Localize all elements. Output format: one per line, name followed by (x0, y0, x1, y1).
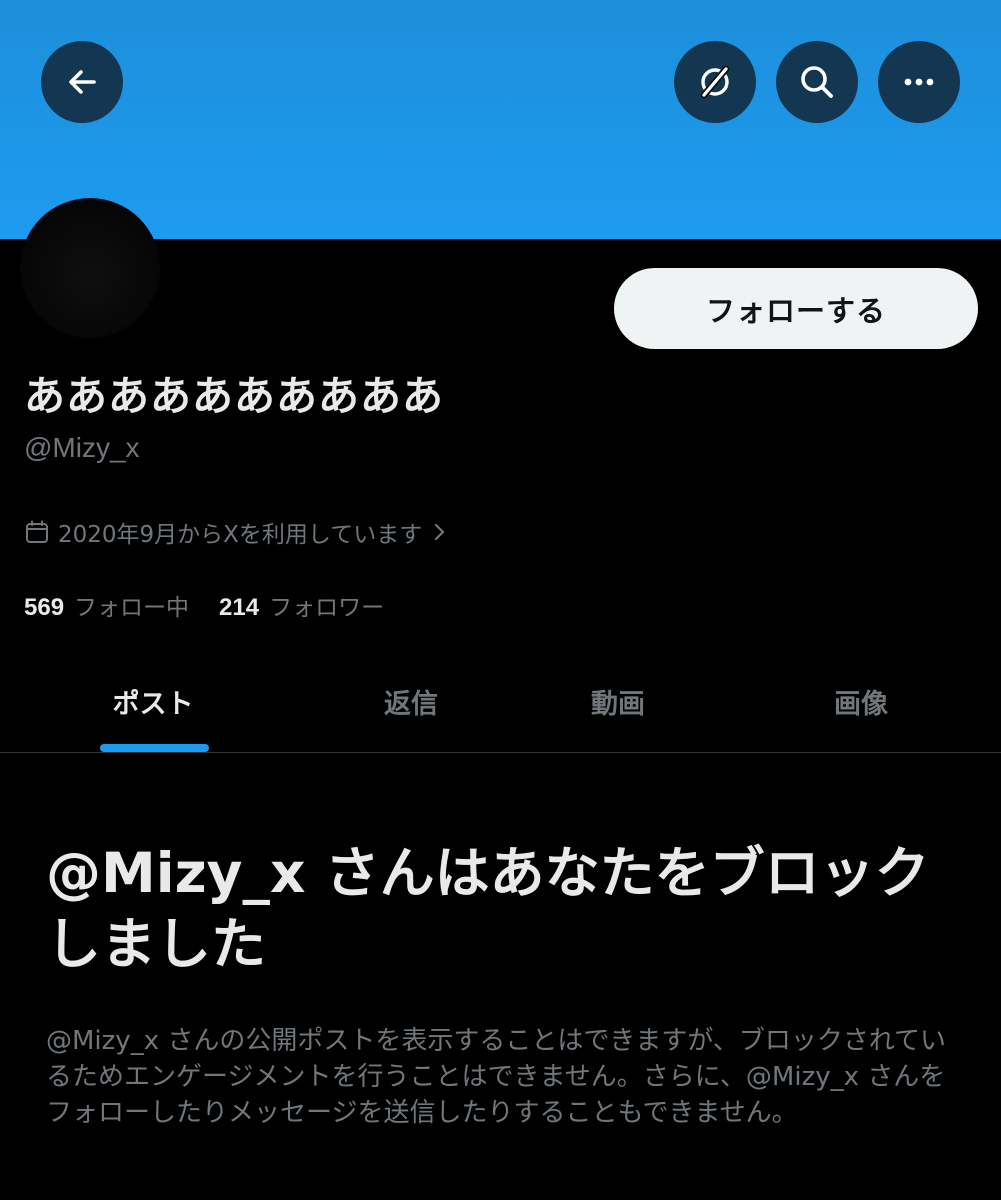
following-stat[interactable]: 569 フォロー中 (24, 588, 189, 622)
back-button[interactable] (41, 41, 123, 123)
active-tab-indicator (100, 744, 209, 752)
no-circle-icon (695, 62, 735, 102)
search-icon (797, 62, 837, 102)
calendar-icon (24, 519, 50, 545)
tab-replies[interactable]: 返信 (311, 650, 511, 752)
more-icon (899, 62, 939, 102)
avatar[interactable] (20, 198, 160, 338)
display-name: ああああああああああ (24, 372, 444, 420)
blocked-title: @Mizy_x さんはあなたをブロックしました (46, 841, 930, 976)
follow-button[interactable]: フォローする (614, 268, 978, 349)
more-button[interactable] (878, 41, 960, 123)
grok-button[interactable] (674, 41, 756, 123)
chevron-right-icon (432, 521, 448, 543)
profile-banner (0, 0, 1001, 239)
handle: @Mizy_x (24, 432, 140, 463)
joined-text: 2020年9月からXを利用しています (58, 522, 423, 548)
tab-posts[interactable]: ポスト (53, 650, 253, 752)
blocked-description: @Mizy_x さんの公開ポストを表示することはできますが、ブロックされているた… (46, 1026, 947, 1128)
joined-date[interactable]: 2020年9月からXを利用しています (24, 514, 448, 550)
followers-label: フォロワー (269, 595, 385, 621)
search-button[interactable] (776, 41, 858, 123)
follow-stats: 569 フォロー中 214 フォロワー (24, 588, 384, 622)
following-label: フォロー中 (74, 595, 190, 621)
profile-tabs: ポスト 返信 動画 画像 (0, 650, 1001, 753)
arrow-left-icon (64, 64, 100, 100)
following-count: 569 (24, 594, 65, 621)
tab-videos[interactable]: 動画 (518, 650, 718, 752)
followers-stat[interactable]: 214 フォロワー (219, 588, 384, 622)
followers-count: 214 (219, 594, 260, 621)
tab-images[interactable]: 画像 (761, 650, 961, 752)
